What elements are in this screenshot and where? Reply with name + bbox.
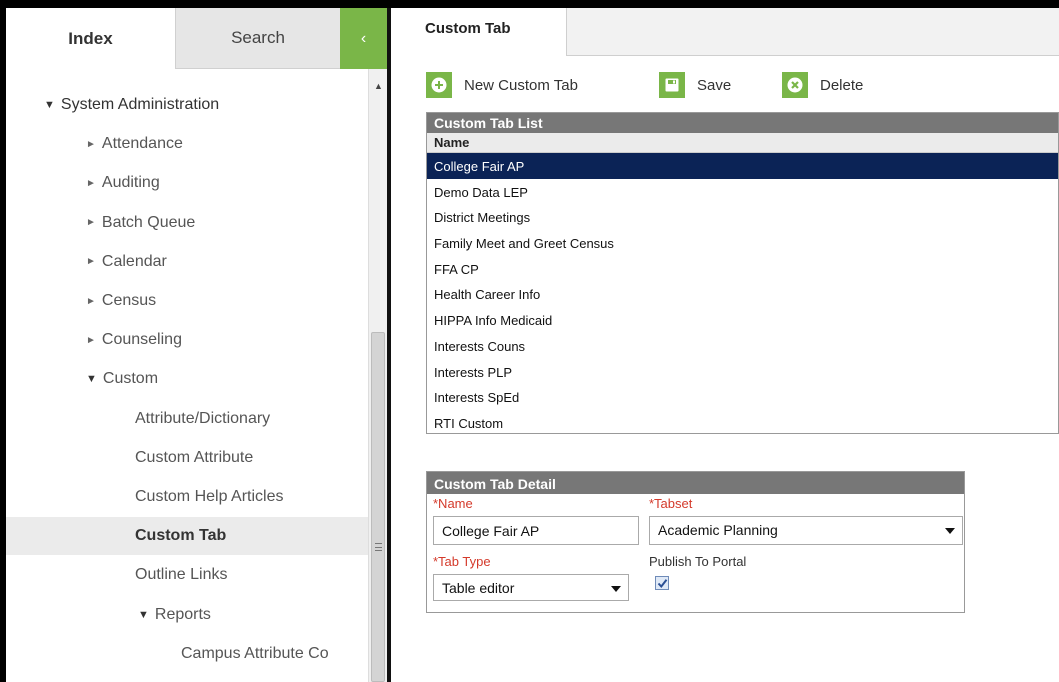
tree-item-attendance[interactable]: ► Attendance bbox=[6, 125, 368, 163]
tree-item-batch-queue[interactable]: ► Batch Queue bbox=[6, 204, 368, 242]
tree-item-calendar[interactable]: ► Calendar bbox=[6, 243, 368, 281]
tree-item-label: System Administration bbox=[60, 96, 220, 113]
navigation-tree: ▼ System Administration ► Attendance ► Auditi… bbox=[6, 69, 368, 682]
tree-item-label: Counseling bbox=[101, 331, 182, 349]
plus-circle-icon bbox=[426, 72, 452, 98]
tree-item-label: Calendar bbox=[101, 252, 167, 270]
name-field[interactable]: College Fair AP bbox=[433, 516, 639, 545]
tree-item-label: Census bbox=[101, 292, 157, 309]
tree-item-label: Batch Queue bbox=[101, 213, 196, 231]
tree-item-label: Outline Links bbox=[135, 566, 228, 584]
list-rows: College Fair AP Demo Data LEP District Mee… bbox=[427, 153, 1058, 433]
dropdown-caret-icon bbox=[945, 528, 955, 534]
tabset-label: *Tabset bbox=[649, 496, 693, 511]
list-item[interactable]: Interests Couns bbox=[427, 333, 1058, 359]
tree-item-label: Custom bbox=[102, 370, 159, 388]
tree-item-custom-tab[interactable]: Custom Tab bbox=[6, 517, 368, 556]
app-window: Index Search ‹ ▼ System Administration ► At… bbox=[6, 8, 1059, 682]
list-item[interactable]: District Meetings bbox=[427, 204, 1058, 230]
new-custom-tab-button[interactable]: New Custom Tab bbox=[426, 70, 578, 100]
tree-item-counseling[interactable]: ► Counseling bbox=[6, 321, 368, 359]
tree-item-label: Custom Help Articles bbox=[135, 488, 284, 505]
x-circle-icon bbox=[782, 72, 808, 98]
custom-tab-detail: Custom Tab Detail *Name College Fair AP … bbox=[426, 471, 965, 613]
tree-item-auditing[interactable]: ► Auditing bbox=[6, 164, 368, 202]
collapsed-arrow-icon[interactable]: ► bbox=[86, 178, 96, 189]
tab-type-select[interactable]: Table editor bbox=[433, 574, 629, 601]
tree-item-outline-links[interactable]: Outline Links bbox=[6, 556, 368, 594]
tab-type-label: *Tab Type bbox=[433, 554, 491, 569]
floppy-disk-icon bbox=[659, 72, 685, 98]
list-item[interactable]: College Fair AP bbox=[427, 153, 1058, 179]
custom-tab-list: Custom Tab List Name College Fair AP Demo… bbox=[426, 112, 1059, 434]
tree-item-custom-help-articles[interactable]: Custom Help Articles bbox=[6, 478, 368, 516]
new-custom-tab-label: New Custom Tab bbox=[464, 76, 578, 94]
grip-icon bbox=[375, 543, 382, 551]
save-button[interactable]: Save bbox=[659, 70, 731, 100]
expanded-arrow-icon[interactable]: ▼ bbox=[86, 373, 97, 385]
tree-item-custom-attribute[interactable]: Custom Attribute bbox=[6, 439, 368, 477]
delete-button[interactable]: Delete bbox=[782, 70, 863, 100]
name-label: *Name bbox=[433, 496, 473, 511]
expanded-arrow-icon[interactable]: ▼ bbox=[44, 99, 55, 111]
tree-item-label: Attendance bbox=[101, 135, 183, 153]
publish-to-portal-checkbox[interactable] bbox=[655, 576, 669, 590]
list-item[interactable]: Family Meet and Greet Census bbox=[427, 230, 1058, 256]
collapsed-arrow-icon[interactable]: ► bbox=[86, 335, 96, 346]
save-label: Save bbox=[697, 76, 732, 94]
nav-tabs: Index Search ‹ bbox=[6, 8, 387, 69]
list-item[interactable]: RTI Custom bbox=[427, 410, 1058, 433]
collapsed-arrow-icon[interactable]: ► bbox=[86, 256, 96, 267]
tree-item-label: Custom Tab bbox=[135, 527, 227, 545]
tree-item-system-administration[interactable]: ▼ System Administration bbox=[6, 86, 368, 124]
tab-index[interactable]: Index bbox=[6, 8, 175, 69]
tabset-value: Academic Planning bbox=[658, 522, 778, 538]
collapsed-arrow-icon[interactable]: ► bbox=[86, 139, 96, 150]
tree-item-label: Campus Attribute Co bbox=[181, 644, 329, 662]
collapsed-arrow-icon[interactable]: ► bbox=[86, 217, 96, 228]
navigation-panel: Index Search ‹ ▼ System Administration ► At… bbox=[6, 8, 387, 682]
checkmark-icon bbox=[657, 578, 667, 588]
expanded-arrow-icon[interactable]: ▼ bbox=[138, 609, 149, 621]
scroll-thumb[interactable] bbox=[371, 332, 385, 682]
tree-item-reports[interactable]: ▼ Reports bbox=[6, 596, 368, 634]
tree-item-census[interactable]: ► Census bbox=[6, 282, 368, 320]
list-item[interactable]: Interests SpEd bbox=[427, 384, 1058, 410]
tab-search[interactable]: Search bbox=[175, 8, 340, 69]
tree-item-label: Custom Attribute bbox=[135, 448, 254, 466]
list-item[interactable]: Demo Data LEP bbox=[427, 179, 1058, 205]
tree-item-campus-attribute-co[interactable]: Campus Attribute Co bbox=[6, 635, 368, 673]
collapse-panel-button[interactable]: ‹ bbox=[340, 8, 387, 69]
toolbar: New Custom Tab Save Delete bbox=[391, 56, 1059, 106]
chevron-left-icon: ‹ bbox=[360, 29, 367, 47]
delete-label: Delete bbox=[820, 76, 864, 94]
list-item[interactable]: Health Career Info bbox=[427, 281, 1058, 307]
tab-custom-tab[interactable]: Custom Tab bbox=[391, 8, 567, 56]
tree-item-label: Reports bbox=[154, 605, 211, 623]
tab-type-value: Table editor bbox=[442, 580, 515, 596]
main-panel: Custom Tab New Custom Tab Save Delete Cu… bbox=[391, 8, 1059, 682]
list-item[interactable]: FFA CP bbox=[427, 256, 1058, 282]
main-tab-bar: Custom Tab bbox=[391, 8, 1059, 56]
list-item[interactable]: HIPPA Info Medicaid bbox=[427, 307, 1058, 333]
publish-to-portal-label: Publish To Portal bbox=[649, 554, 747, 569]
list-title: Custom Tab List bbox=[427, 113, 1058, 133]
scroll-up-arrow-icon[interactable]: ▲ bbox=[369, 81, 388, 91]
column-header-name[interactable]: Name bbox=[427, 133, 1058, 153]
list-item[interactable]: Interests PLP bbox=[427, 359, 1058, 385]
tree-item-label: Auditing bbox=[101, 174, 160, 192]
tree-item-label: Attribute/Dictionary bbox=[135, 409, 271, 427]
dropdown-caret-icon bbox=[611, 586, 621, 592]
tabset-select[interactable]: Academic Planning bbox=[649, 516, 963, 545]
collapsed-arrow-icon[interactable]: ► bbox=[86, 296, 96, 307]
tree-item-attribute-dictionary[interactable]: Attribute/Dictionary bbox=[6, 400, 368, 438]
detail-title: Custom Tab Detail bbox=[427, 472, 964, 494]
tree-item-custom[interactable]: ▼ Custom bbox=[6, 360, 368, 398]
tree-scrollbar[interactable]: ▲ bbox=[368, 69, 387, 682]
